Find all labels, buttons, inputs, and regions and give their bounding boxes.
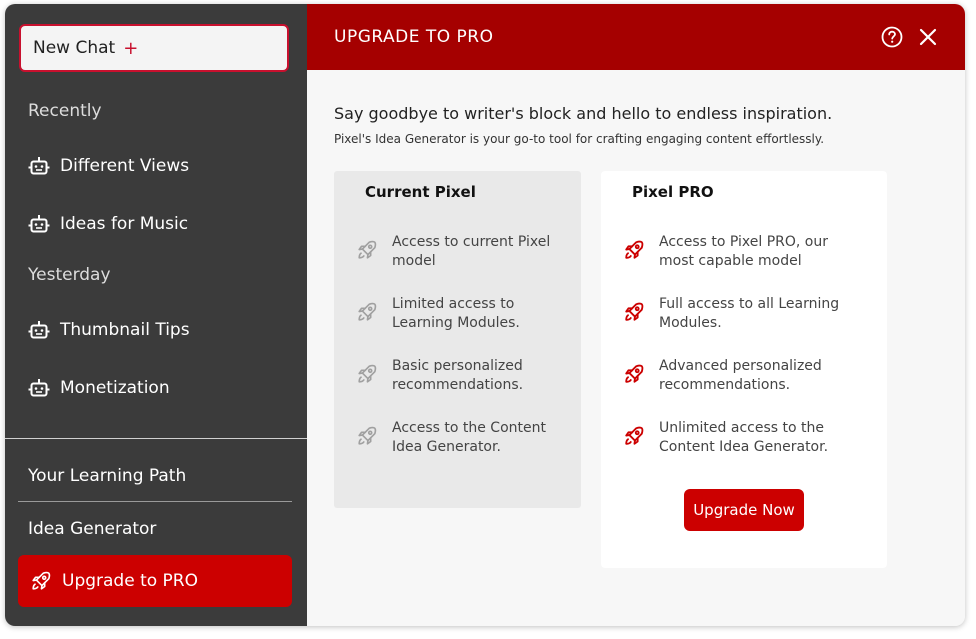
rocket-icon: [623, 363, 647, 387]
chat-item-label: Thumbnail Tips: [60, 320, 190, 340]
chat-item-thumbnail-tips[interactable]: Thumbnail Tips: [28, 316, 190, 344]
robot-icon: [28, 319, 50, 341]
rocket-icon: [623, 425, 647, 449]
rocket-icon: [356, 239, 380, 263]
robot-icon: [28, 213, 50, 235]
dialog-body: Say goodbye to writer's block and hello …: [307, 70, 965, 626]
feature-item: Full access to all Learning Modules.: [623, 295, 849, 333]
feature-text: Full access to all Learning Modules.: [659, 296, 840, 331]
rocket-icon: [623, 239, 647, 263]
chat-item-monetization[interactable]: Monetization: [28, 374, 170, 402]
feature-item: Advanced personalized recommendations.: [623, 357, 849, 395]
chat-item-label: Ideas for Music: [60, 214, 189, 234]
feature-item: Basic personalized recommendations.: [356, 357, 572, 395]
close-icon[interactable]: [916, 25, 940, 49]
chat-item-different-views[interactable]: Different Views: [28, 152, 189, 180]
headline: Say goodbye to writer's block and hello …: [334, 104, 833, 123]
dialog-header: UPGRADE TO PRO: [307, 4, 965, 70]
feature-text: Basic personalized recommendations.: [392, 358, 524, 393]
sidebar: New Chat + Recently Different Views Idea…: [5, 4, 307, 626]
dialog-title: UPGRADE TO PRO: [334, 27, 494, 47]
subline: Pixel's Idea Generator is your go-to too…: [334, 132, 825, 146]
plus-icon: +: [123, 37, 139, 59]
chat-item-label: Different Views: [60, 156, 190, 176]
upgrade-now-button[interactable]: Upgrade Now: [684, 489, 804, 531]
robot-icon: [28, 155, 50, 177]
plan-card-pro: Pixel PRO Access to Pixel PRO, our most …: [601, 171, 887, 568]
robot-icon: [28, 377, 50, 399]
feature-text: Access to current Pixel model: [392, 234, 551, 269]
chat-item-label: Monetization: [60, 378, 170, 398]
rocket-icon: [623, 301, 647, 325]
feature-item: Access to Pixel PRO, our most capable mo…: [623, 233, 849, 271]
section-label-recently: Recently: [28, 101, 102, 121]
nav-idea-generator[interactable]: Idea Generator: [28, 519, 156, 539]
plan-title: Current Pixel: [365, 183, 476, 201]
feature-text: Access to the Content Idea Generator.: [392, 420, 546, 455]
rocket-icon: [356, 301, 380, 325]
rocket-icon: [356, 425, 380, 449]
nav-upgrade-to-pro[interactable]: Upgrade to PRO: [18, 555, 292, 607]
upgrade-nav-label: Upgrade to PRO: [62, 571, 198, 591]
new-chat-button[interactable]: New Chat +: [19, 24, 289, 72]
feature-item: Access to current Pixel model: [356, 233, 572, 271]
new-chat-label: New Chat: [33, 38, 116, 58]
feature-item: Unlimited access to the Content Idea Gen…: [623, 419, 849, 457]
feature-text: Advanced personalized recommendations.: [659, 358, 822, 393]
plan-card-current: Current Pixel Access to current Pixel mo…: [334, 171, 581, 508]
plan-title: Pixel PRO: [632, 183, 714, 201]
feature-text: Unlimited access to the Content Idea Gen…: [659, 420, 829, 455]
rocket-icon: [356, 363, 380, 387]
chat-item-ideas-for-music[interactable]: Ideas for Music: [28, 210, 188, 238]
upgrade-dialog-window: New Chat + Recently Different Views Idea…: [5, 4, 965, 626]
nav-your-learning-path[interactable]: Your Learning Path: [28, 466, 186, 486]
feature-text: Limited access to Learning Modules.: [392, 296, 520, 331]
sidebar-divider: [5, 438, 307, 439]
feature-item: Limited access to Learning Modules.: [356, 295, 572, 333]
feature-text: Access to Pixel PRO, our most capable mo…: [659, 234, 828, 269]
feature-item: Access to the Content Idea Generator.: [356, 419, 572, 457]
nav-divider: [18, 501, 292, 502]
rocket-icon: [30, 570, 52, 592]
help-circle-icon[interactable]: [880, 25, 904, 49]
section-label-yesterday: Yesterday: [28, 265, 111, 285]
